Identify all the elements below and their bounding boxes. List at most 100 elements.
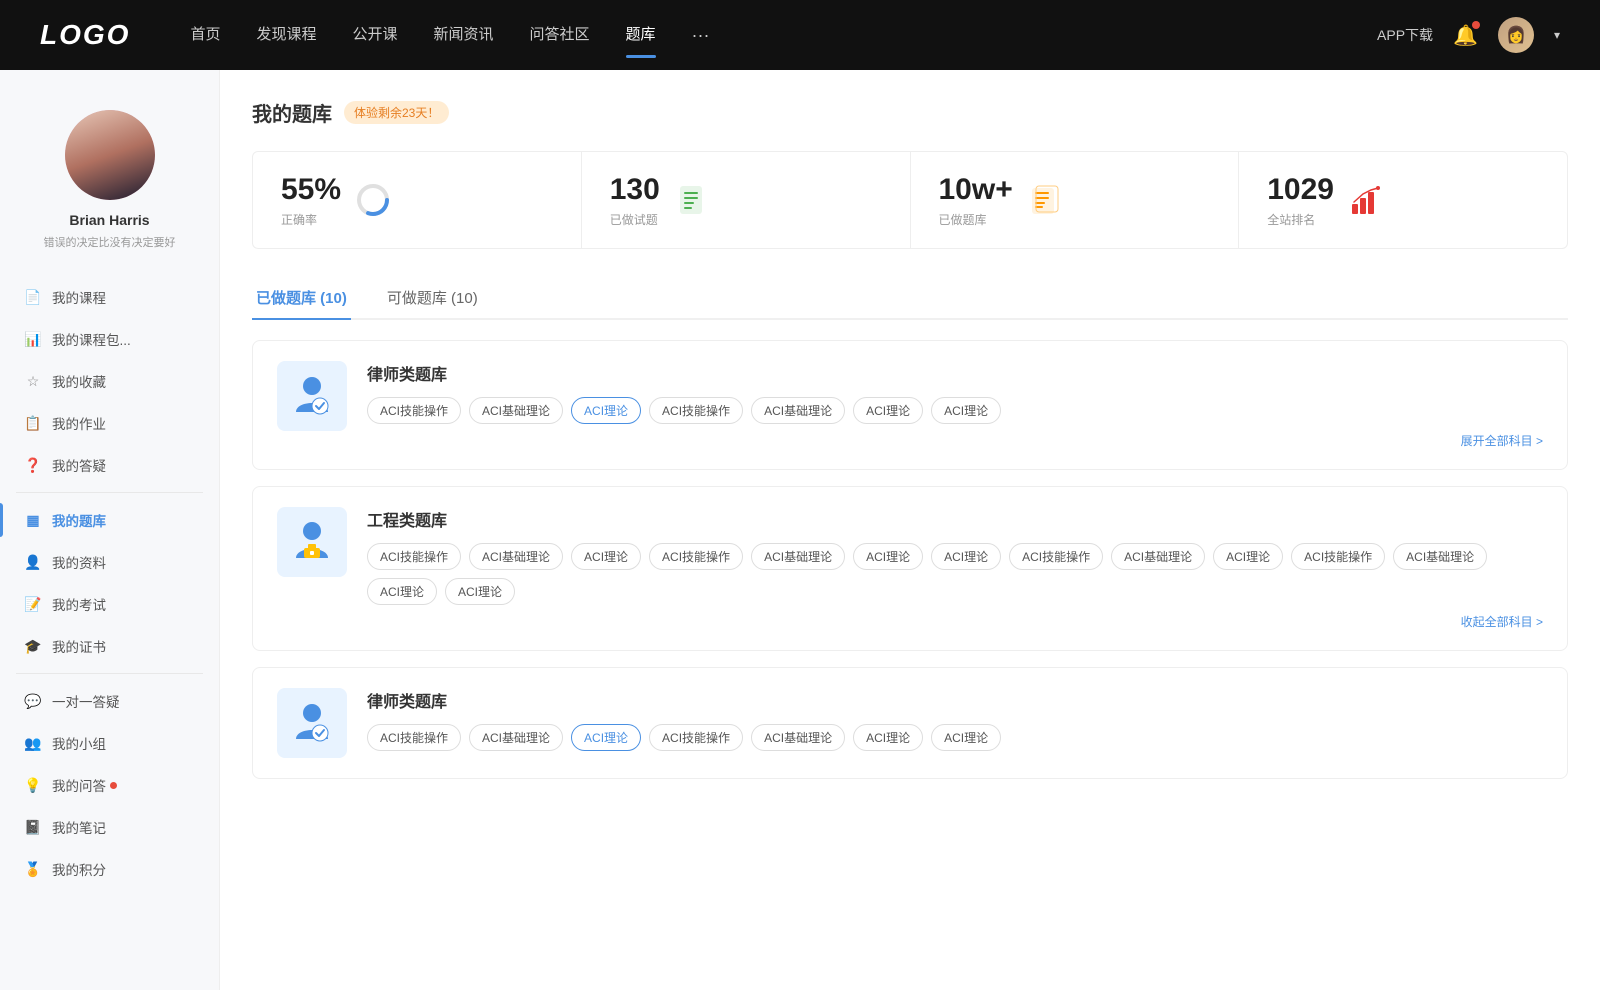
account-chevron-icon[interactable]: ▾ [1554,28,1560,42]
eng-tag-3[interactable]: ACI技能操作 [649,543,743,570]
done-banks-label: 已做题库 [939,211,1013,228]
sidebar-profile: Brian Harris 错误的决定比没有决定要好 [0,90,219,266]
done-banks-value: 10w+ [939,172,1013,208]
sidebar-item-myqa[interactable]: 💡 我的问答 [0,764,219,806]
sidebar-avatar[interactable] [65,110,155,200]
nav-more[interactable]: ··· [692,25,710,46]
sidebar-item-cert[interactable]: 🎓 我的证书 [0,625,219,667]
chat-icon: 💬 [24,692,42,710]
eng-tag-5[interactable]: ACI理论 [853,543,923,570]
qbank-title-lawyer-1: 律师类题库 [367,361,1543,385]
sidebar-label-exam: 我的考试 [52,594,106,614]
eng-tag-10[interactable]: ACI技能操作 [1291,543,1385,570]
tag-1[interactable]: ACI基础理论 [469,397,563,424]
qbank-title-lawyer-2: 律师类题库 [367,688,1543,712]
notification-bell[interactable]: 🔔 [1453,23,1478,48]
nav-home[interactable]: 首页 [190,23,220,48]
eng-tag-9[interactable]: ACI理论 [1213,543,1283,570]
divider-2 [16,673,203,674]
nav-qbank[interactable]: 题库 [626,23,656,48]
expand-link-1[interactable]: 展开全部科目 > [367,432,1543,449]
qbank-title-engineer: 工程类题库 [367,507,1543,531]
eng-tag-11[interactable]: ACI基础理论 [1393,543,1487,570]
note-icon: 📓 [24,818,42,836]
stats-row: 55% 正确率 130 已做试题 [252,151,1568,249]
person-icon: 👤 [24,553,42,571]
law2-tag-2[interactable]: ACI理论 [571,724,641,751]
sidebar-item-group[interactable]: 👥 我的小组 [0,722,219,764]
navbar-right: APP下载 🔔 👩 ▾ [1377,17,1560,53]
question-icon: ❓ [24,456,42,474]
avatar-image [65,110,155,200]
tag-5[interactable]: ACI理论 [853,397,923,424]
tag-4[interactable]: ACI基础理论 [751,397,845,424]
sidebar: Brian Harris 错误的决定比没有决定要好 📄 我的课程 📊 我的课程包… [0,70,220,990]
tab-available[interactable]: 可做题库 (10) [383,277,482,318]
nav-discover[interactable]: 发现课程 [256,23,316,48]
sidebar-label-group: 我的小组 [52,733,106,753]
avatar[interactable]: 👩 [1498,17,1534,53]
sidebar-label-coursepack: 我的课程包... [52,329,131,349]
eng-tag-12[interactable]: ACI理论 [367,578,437,605]
sidebar-item-qa[interactable]: ❓ 我的答疑 [0,444,219,486]
sidebar-motto: 错误的决定比没有决定要好 [44,234,176,250]
exam-icon: 📝 [24,595,42,613]
sidebar-item-profile[interactable]: 👤 我的资料 [0,541,219,583]
nav-news[interactable]: 新闻资讯 [434,23,494,48]
sidebar-label-qa: 我的答疑 [52,455,106,475]
sidebar-item-qbank[interactable]: ▦ 我的题库 [0,499,219,541]
qbank-icon-engineer [277,507,347,577]
qbank-tags-lawyer-1: ACI技能操作 ACI基础理论 ACI理论 ACI技能操作 ACI基础理论 AC… [367,397,1543,424]
law2-tag-0[interactable]: ACI技能操作 [367,724,461,751]
collapse-link[interactable]: 收起全部科目 > [367,613,1543,630]
nav-qa[interactable]: 问答社区 [530,23,590,48]
done-questions-value: 130 [610,172,660,208]
sidebar-username: Brian Harris [69,212,149,228]
law2-tag-4[interactable]: ACI基础理论 [751,724,845,751]
logo[interactable]: LOGO [40,19,130,51]
eng-tag-13[interactable]: ACI理论 [445,578,515,605]
eng-tag-0[interactable]: ACI技能操作 [367,543,461,570]
sidebar-label-1on1: 一对一答疑 [52,691,120,711]
medal-icon: 🏅 [24,860,42,878]
eng-tag-6[interactable]: ACI理论 [931,543,1001,570]
law2-tag-6[interactable]: ACI理论 [931,724,1001,751]
main-content: 我的题库 体验剩余23天！ 55% 正确率 130 [220,70,1600,990]
sidebar-item-exam[interactable]: 📝 我的考试 [0,583,219,625]
eng-tag-4[interactable]: ACI基础理论 [751,543,845,570]
qbank-tags-lawyer-2: ACI技能操作 ACI基础理论 ACI理论 ACI技能操作 ACI基础理论 AC… [367,724,1543,751]
sidebar-label-myqa: 我的问答 [52,775,106,795]
tag-2[interactable]: ACI理论 [571,397,641,424]
rank-value: 1029 [1267,172,1334,208]
law2-tag-3[interactable]: ACI技能操作 [649,724,743,751]
navbar: LOGO 首页 发现课程 公开课 新闻资讯 问答社区 题库 ··· APP下载 … [0,0,1600,70]
eng-tag-8[interactable]: ACI基础理论 [1111,543,1205,570]
tag-0[interactable]: ACI技能操作 [367,397,461,424]
law2-tag-1[interactable]: ACI基础理论 [469,724,563,751]
eng-tag-2[interactable]: ACI理论 [571,543,641,570]
group-icon: 👥 [24,734,42,752]
tag-6[interactable]: ACI理论 [931,397,1001,424]
nav-open[interactable]: 公开课 [352,23,397,48]
eng-tag-1[interactable]: ACI基础理论 [469,543,563,570]
qa-notification-dot [110,782,117,789]
app-download[interactable]: APP下载 [1377,25,1433,45]
sidebar-label-cert: 我的证书 [52,636,106,656]
sidebar-item-homework[interactable]: 📋 我的作业 [0,402,219,444]
sidebar-item-coursepack[interactable]: 📊 我的课程包... [0,318,219,360]
sidebar-item-course[interactable]: 📄 我的课程 [0,276,219,318]
stat-rank: 1029 全站排名 [1239,152,1567,248]
tag-3[interactable]: ACI技能操作 [649,397,743,424]
sidebar-item-points[interactable]: 🏅 我的积分 [0,848,219,890]
sidebar-item-favorites[interactable]: ☆ 我的收藏 [0,360,219,402]
sidebar-label-homework: 我的作业 [52,413,106,433]
done-questions-icon [674,182,710,218]
tab-done[interactable]: 已做题库 (10) [252,277,351,318]
sidebar-item-1on1[interactable]: 💬 一对一答疑 [0,680,219,722]
sidebar-item-notes[interactable]: 📓 我的笔记 [0,806,219,848]
stat-done-banks: 10w+ 已做题库 [911,152,1240,248]
qbank-icon-lawyer-1 [277,361,347,431]
trial-badge: 体验剩余23天！ [344,101,449,124]
eng-tag-7[interactable]: ACI技能操作 [1009,543,1103,570]
law2-tag-5[interactable]: ACI理论 [853,724,923,751]
